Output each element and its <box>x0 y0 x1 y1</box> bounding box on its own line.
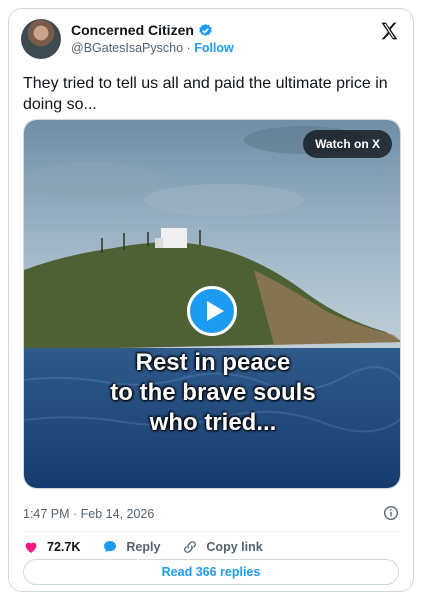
link-icon <box>184 541 197 553</box>
author-display-name[interactable]: Concerned Citizen <box>71 22 194 38</box>
caption-line: Rest in peace <box>135 349 291 376</box>
reply-label: Reply <box>126 540 161 554</box>
video-caption: Rest in peace to the brave souls who tri… <box>24 348 400 438</box>
tweet-card: Concerned Citizen @BGatesIsaPyscho · Fol… <box>8 8 414 592</box>
copy-link-label: Copy link <box>206 540 263 554</box>
heart-icon <box>25 542 37 553</box>
author-name-row: Concerned Citizen <box>71 22 213 38</box>
author-handle[interactable]: @BGatesIsaPyscho <box>71 41 183 55</box>
caption-line: who tried... <box>149 409 277 436</box>
avatar[interactable] <box>21 19 61 59</box>
info-icon[interactable] <box>383 505 399 521</box>
follow-button[interactable]: Follow <box>194 41 234 55</box>
verified-badge-icon <box>199 23 212 36</box>
read-replies-button[interactable]: Read 366 replies <box>23 559 399 585</box>
x-logo-icon[interactable] <box>379 21 399 41</box>
author-handle-row: @BGatesIsaPyscho · Follow <box>71 41 234 55</box>
copy-link-button[interactable]: Copy link <box>182 539 263 555</box>
reply-bubble-icon <box>104 541 117 553</box>
caption-line: to the brave souls <box>110 379 316 406</box>
video-media[interactable]: Watch on X Rest in peace to the brave so… <box>23 119 401 489</box>
play-icon[interactable] <box>187 286 237 336</box>
watch-on-x-button[interactable]: Watch on X <box>303 130 392 158</box>
separator-dot: · <box>186 41 191 55</box>
like-count: 72.7K <box>47 540 81 554</box>
tweet-text: They tried to tell us all and paid the u… <box>23 75 388 113</box>
like-button[interactable]: 72.7K <box>23 539 80 555</box>
reply-button[interactable]: Reply <box>102 539 160 555</box>
tweet-timestamp[interactable]: 1:47 PM · Feb 14, 2026 <box>23 507 154 521</box>
